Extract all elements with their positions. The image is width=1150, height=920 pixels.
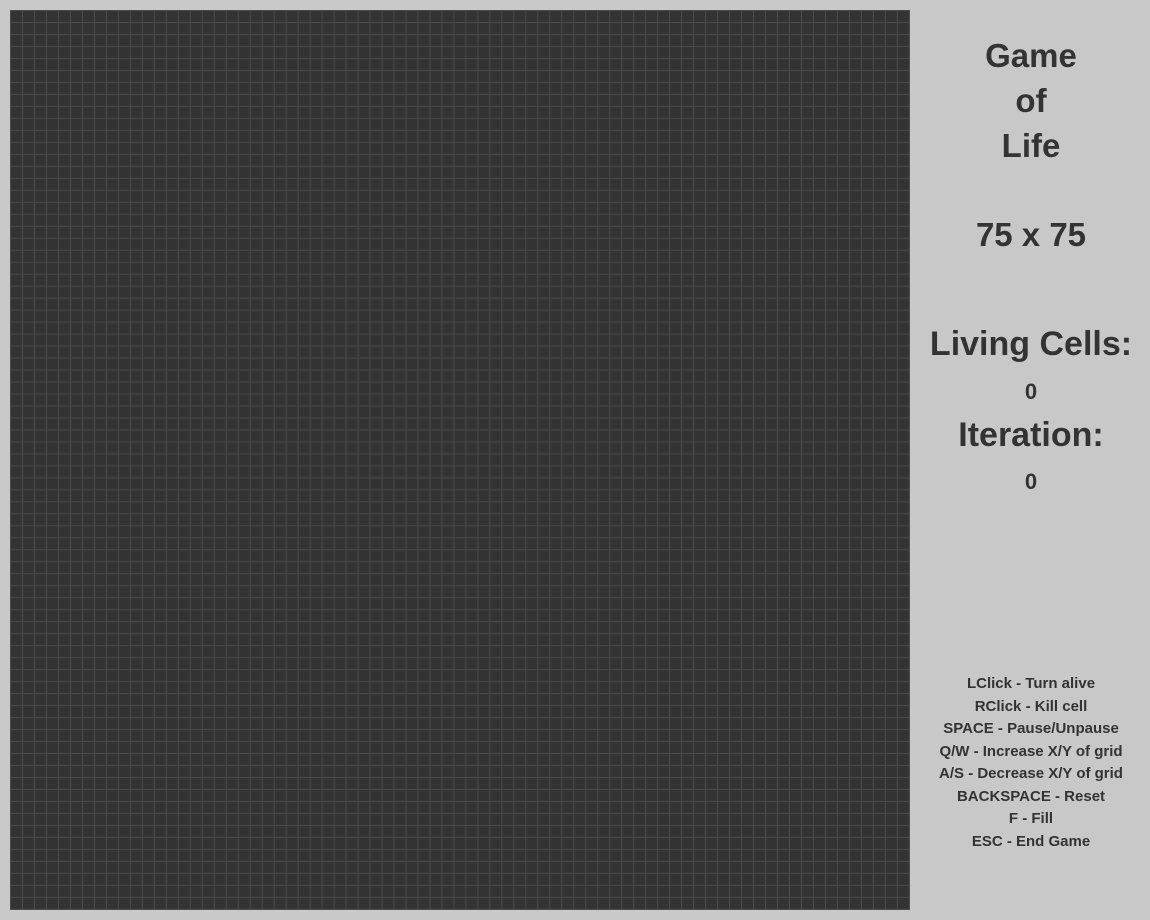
title-line-game: Game [985,37,1077,74]
controls-help: LClick - Turn alive RClick - Kill cell S… [912,673,1150,853]
life-grid[interactable] [10,10,910,910]
iteration-label: Iteration: [958,416,1104,454]
control-hint-rclick: RClick - Kill cell [974,697,1088,715]
control-hint-escape: ESC - End Game [971,832,1091,850]
game-title: Game of Life [912,33,1150,168]
iteration-value: 0 [1024,469,1038,494]
title-line-of: of [1015,82,1047,119]
side-panel: Game of Life 75 x 75 Living Cells: 0 Ite… [912,0,1150,920]
grid-size-label: 75 x 75 [975,216,1087,253]
control-hint-space: SPACE - Pause/Unpause [943,720,1119,737]
control-hint-reset: BACKSPACE - Reset [956,787,1106,805]
living-cells-value: 0 [1024,379,1038,404]
control-hint-fill: F - Fill [1008,810,1054,827]
control-hint-lclick: LClick - Turn alive [966,675,1096,692]
living-cells-label: Living Cells: [929,325,1133,363]
title-line-life: Life [1001,127,1061,164]
game-window: Game of Life 75 x 75 Living Cells: 0 Ite… [0,0,1150,920]
control-hint-increase: Q/W - Increase X/Y of grid [939,742,1123,760]
control-hint-decrease: A/S - Decrease X/Y of grid [939,765,1123,782]
